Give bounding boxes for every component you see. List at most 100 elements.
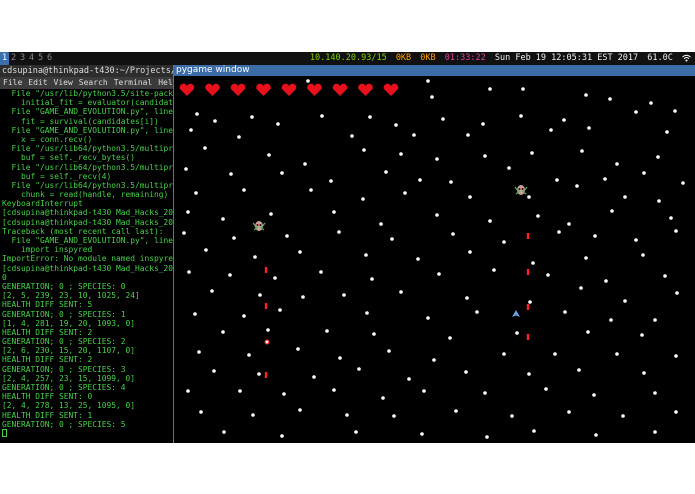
star: [370, 277, 374, 281]
player-ship: [512, 310, 520, 317]
star: [674, 354, 678, 358]
star: [454, 409, 458, 413]
terminal-line: GENERATION; 0 ; SPECIES: 0: [2, 281, 126, 291]
menu-file[interactable]: File: [0, 78, 25, 87]
heart-icon: [256, 83, 271, 96]
star: [364, 253, 368, 257]
star: [673, 109, 677, 113]
heart-icon: [281, 83, 297, 96]
star: [320, 114, 324, 118]
star: [502, 240, 506, 244]
star: [577, 368, 581, 372]
status-bar: 123456 10.140.20.93/15 0KB 0KB 01:33:22 …: [0, 52, 695, 65]
terminal-line: fit = survival(candidates[i]): [2, 116, 159, 126]
star: [269, 212, 273, 216]
heart-icon: [230, 83, 246, 96]
star: [282, 392, 286, 396]
enemy-orb: [264, 339, 270, 345]
bullet: [264, 303, 268, 309]
star: [319, 270, 323, 274]
star: [345, 413, 349, 417]
terminal-line: File "GAME_AND_EVOLUTION.py", line 1: [2, 236, 174, 245]
star: [306, 79, 310, 83]
star: [435, 157, 439, 161]
star: [594, 433, 598, 437]
menu-view[interactable]: View: [51, 78, 76, 87]
star: [407, 377, 411, 381]
menu-edit[interactable]: Edit: [25, 78, 50, 87]
terminal-line: File "GAME_AND_EVOLUTION.py", line 6: [2, 107, 174, 117]
star: [544, 387, 548, 391]
star: [416, 257, 420, 261]
star: [432, 358, 436, 362]
star: [527, 372, 531, 376]
star: [653, 318, 657, 322]
heart-icon: [383, 83, 399, 96]
star: [615, 352, 619, 356]
star: [649, 101, 653, 105]
terminal-line: File "/usr/lib64/python3.5/multiproc: [2, 144, 174, 154]
terminal-title[interactable]: cdsupina@thinkpad-t430:~/Projects/evolu: [0, 65, 174, 77]
terminal-line: import inspyred: [2, 245, 93, 255]
star: [228, 273, 232, 277]
workspace-2[interactable]: 2: [9, 52, 18, 65]
terminal-line: buf = self._recv(4): [2, 171, 112, 181]
star: [418, 178, 422, 182]
star: [280, 434, 284, 438]
game-canvas[interactable]: [174, 76, 695, 443]
terminal-line: ImportError: No module named inspyred: [2, 254, 173, 264]
star: [399, 290, 403, 294]
workspace-5[interactable]: 5: [36, 52, 45, 65]
terminal-line: HEALTH DIFF SENT: 1: [2, 410, 93, 420]
terminal-line: [cdsupina@thinkpad-t430 Mad_Hacks_201: [2, 263, 173, 273]
net-down: 0KB: [395, 53, 412, 63]
heart-icon: [358, 83, 373, 96]
star: [242, 314, 246, 318]
menu-terminal[interactable]: Terminal: [111, 78, 156, 87]
star: [381, 396, 385, 400]
star: [681, 181, 685, 185]
star: [301, 295, 305, 299]
star: [399, 152, 403, 156]
temperature: 61.0C: [647, 53, 673, 63]
star: [475, 310, 479, 314]
status-right: 10.140.20.93/15 0KB 0KB 01:33:22 Sun Feb…: [308, 52, 693, 65]
terminal-line: HEALTH DIFF SENT: 5: [2, 300, 93, 310]
menu-search[interactable]: Search: [76, 78, 111, 87]
wifi-icon[interactable]: [680, 53, 693, 63]
star: [247, 353, 251, 357]
star: [325, 329, 329, 333]
star: [426, 316, 430, 320]
terminal-line: Traceback (most recent call last):: [2, 226, 164, 236]
desktop-screen: 123456 10.140.20.93/15 0KB 0KB 01:33:22 …: [0, 52, 695, 443]
terminal-line: GENERATION; 0 ; SPECIES: 1: [2, 309, 126, 319]
star: [656, 155, 660, 159]
star: [354, 430, 358, 434]
star: [657, 199, 661, 203]
star: [674, 229, 678, 233]
star: [257, 372, 261, 376]
enemy-bullets: [264, 233, 530, 378]
terminal-output[interactable]: File "/usr/lib/python3.5/site-packa init…: [0, 89, 173, 443]
star: [580, 149, 584, 153]
terminal-line: [2, 4, 278, 13, 25, 1095, 0]: [2, 401, 136, 411]
star: [468, 250, 472, 254]
workspace-6[interactable]: 6: [45, 52, 54, 65]
star: [663, 274, 667, 278]
clock: Sun Feb 19 12:05:31 EST 2017: [494, 53, 639, 63]
star: [368, 115, 372, 119]
pygame-window-title[interactable]: pygame window: [174, 65, 695, 76]
star: [422, 389, 426, 393]
workspace-3[interactable]: 3: [18, 52, 27, 65]
star: [642, 171, 646, 175]
star: [451, 232, 455, 236]
star: [531, 261, 535, 265]
star: [394, 123, 398, 127]
star: [278, 308, 282, 312]
star: [492, 268, 496, 272]
workspace-1[interactable]: 1: [0, 52, 9, 65]
workspace-4[interactable]: 4: [27, 52, 36, 65]
terminal-menubar: File Edit View Search Terminal Help: [0, 77, 178, 89]
star: [387, 349, 391, 353]
star: [623, 195, 627, 199]
